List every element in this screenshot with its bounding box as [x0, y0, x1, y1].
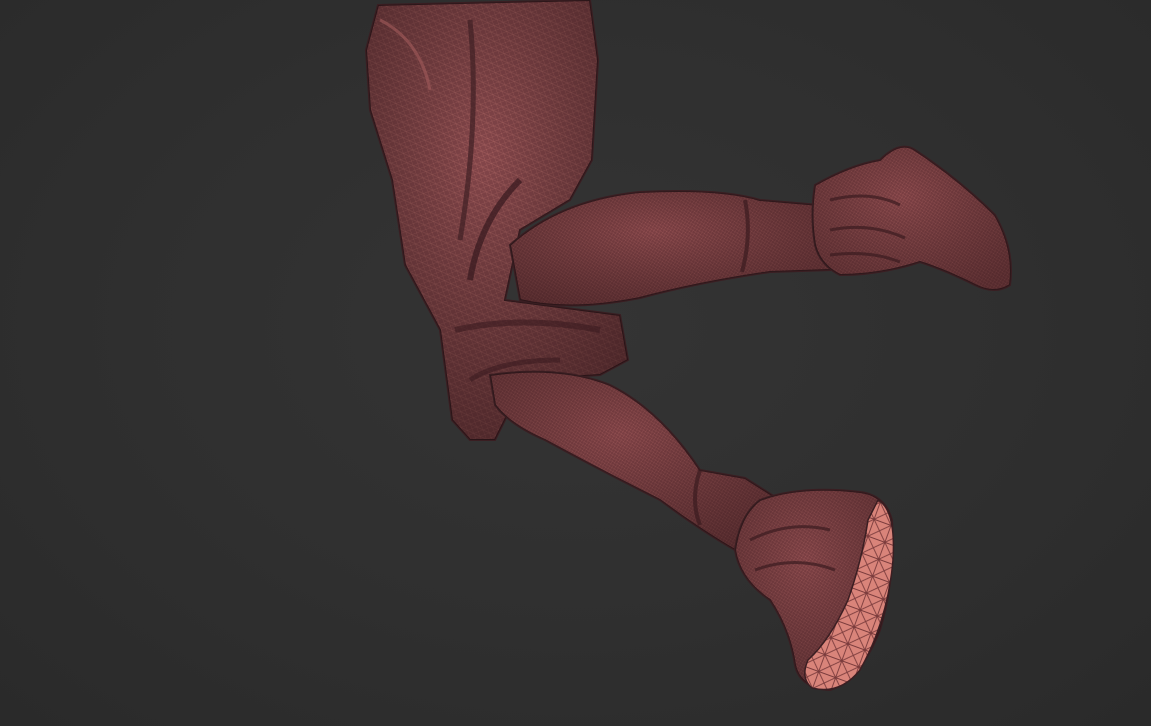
lower-leg-mesh	[488, 370, 782, 552]
upper-shoe-mesh	[811, 145, 1012, 291]
sculpt-model[interactable]	[0, 0, 1151, 726]
3d-viewport[interactable]	[0, 0, 1151, 726]
